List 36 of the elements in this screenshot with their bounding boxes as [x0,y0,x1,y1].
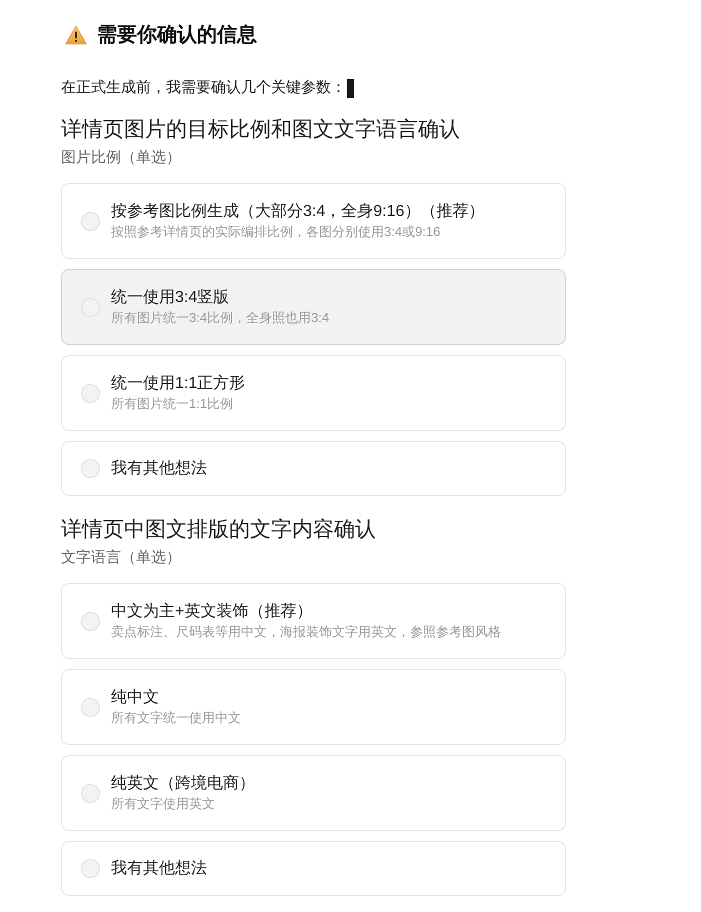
option-card[interactable]: 统一使用3:4竖版 所有图片统一3:4比例，全身照也用3:4 [61,269,566,345]
radio-icon[interactable] [81,212,100,230]
option-label: 我有其他想法 [111,458,207,478]
radio-icon[interactable] [81,612,100,630]
question-subtitle: 文字语言（单选） [61,548,182,568]
option-description: 所有图片统一1:1比例 [111,395,234,413]
option-description: 按照参考详情页的实际编排比例，各图分别使用3:4或9:16 [111,223,442,241]
option-label: 我有其他想法 [111,858,207,878]
option-description: 所有图片统一3:4比例，全身照也用3:4 [111,309,330,327]
option-description: 所有文字统一使用中文 [111,709,241,727]
radio-icon[interactable] [81,784,100,802]
option-label: 纯中文 [111,688,160,708]
radio-icon[interactable] [81,459,100,478]
option-label: 纯英文（跨境电商） [111,774,255,794]
option-card[interactable]: 统一使用1:1正方形 所有图片统一1:1比例 [61,355,566,431]
radio-icon[interactable] [81,698,100,716]
option-card[interactable]: 纯中文 所有文字统一使用中文 [61,669,566,745]
question-heading: 详情页中图文排版的文字内容确认 [61,517,377,543]
option-card[interactable]: 中文为主+英文装饰（推荐） 卖点标注、尺码表等用中文，海报装饰文字用英文，参照参考图风格 [61,583,566,659]
option-label: 按参考图比例生成（大部分3:4，全身9:16）（推荐） [111,202,484,222]
option-card[interactable]: 按参考图比例生成（大部分3:4，全身9:16）（推荐） 按照参考详情页的实际编排比例，各图分别使用3:4或9:16 [61,183,566,259]
option-card[interactable]: 我有其他想法 [61,841,566,896]
option-card[interactable]: 纯英文（跨境电商） 所有文字使用英文 [61,755,566,831]
option-card[interactable]: 我有其他想法 [61,441,566,496]
intro-text: 在正式生成前，我需要确认几个关键参数： [61,78,346,98]
option-label: 统一使用1:1正方形 [111,374,246,394]
warning-icon [65,25,87,45]
question-heading: 详情页图片的目标比例和图文文字语言确认 [61,117,461,143]
option-label: 中文为主+英文装饰（推荐） [111,602,314,622]
radio-icon[interactable] [81,859,100,878]
option-label: 统一使用3:4竖版 [111,288,230,308]
option-description: 卖点标注、尺码表等用中文，海报装饰文字用英文，参照参考图风格 [111,623,501,641]
section-title: 需要你确认的信息 [97,23,257,48]
radio-icon[interactable] [81,384,100,402]
option-description: 所有文字使用英文 [111,795,216,813]
question-subtitle: 图片比例（单选） [61,148,182,168]
